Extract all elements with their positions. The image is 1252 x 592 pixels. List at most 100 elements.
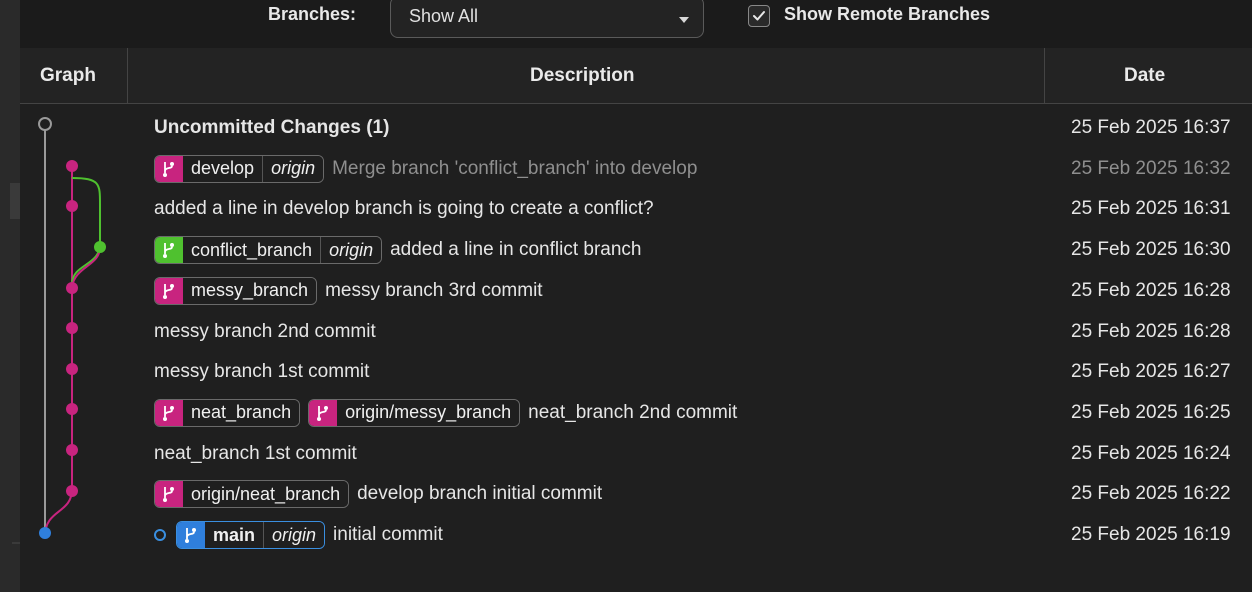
commit-message: neat_branch 1st commit (154, 442, 357, 464)
graph-node[interactable] (66, 403, 78, 415)
branch-tag-name: neat_branch (183, 399, 300, 426)
commit-row[interactable]: added a line in develop branch is going … (20, 189, 1252, 229)
branches-dropdown-value: Show All (409, 6, 479, 26)
branches-label: Branches: (268, 4, 357, 24)
graph-node[interactable] (66, 485, 78, 497)
commit-description: develop origin Merge branch 'conflict_bran… (154, 149, 697, 189)
commit-date: 25 Feb 2025 16:19 (1071, 524, 1231, 545)
git-branch-icon (163, 405, 174, 421)
git-branch-icon (317, 405, 329, 421)
branch-tag-name: main (205, 522, 264, 548)
commit-description: messy branch 1st commit (154, 352, 369, 392)
graph-node[interactable] (66, 282, 78, 294)
commit-date: 25 Feb 2025 16:28 (1071, 279, 1231, 301)
commit-description: neat_branch origin/messy_branch neat_branc… (154, 393, 737, 433)
graph-node[interactable] (66, 363, 78, 375)
git-branch-icon (163, 161, 174, 177)
commit-row[interactable]: neat_branch origin/messy_branch neat_branc… (20, 393, 1252, 433)
commit-row[interactable]: origin/neat_branch develop branch initial… (20, 474, 1252, 514)
graph-node-main[interactable] (39, 527, 51, 539)
branch-icon (155, 481, 183, 508)
commit-message: added a line in develop branch is going … (154, 198, 654, 220)
branch-tag-remote: origin (263, 522, 325, 548)
commit-description: messy branch 2nd commit (154, 312, 376, 352)
commit-date: 25 Feb 2025 16:25 (1071, 401, 1231, 423)
commit-message: messy branch 3rd commit (325, 279, 543, 301)
commit-date: 25 Feb 2025 16:22 (1071, 483, 1231, 505)
commit-date: 25 Feb 2025 16:30 (1071, 239, 1231, 261)
branch-tag-name: origin/messy_branch (337, 399, 520, 426)
commit-row[interactable]: develop origin Merge branch 'conflict_bran… (20, 149, 1252, 189)
commit-description: Uncommitted Changes (1) (154, 108, 389, 148)
branch-icon (155, 237, 183, 264)
commit-date: 25 Feb 2025 16:37 (1071, 117, 1231, 138)
branch-tag-name: messy_branch (183, 277, 317, 304)
graph-node[interactable] (66, 322, 78, 334)
commit-description: main origin initial commit (154, 515, 443, 555)
commit-graph (38, 117, 106, 539)
gutter-divider (12, 542, 20, 544)
branch-tag-remote: origin (262, 155, 324, 182)
chevron-down-icon (679, 17, 689, 23)
toolbar: Branches: Show All Show Remote Branches (20, 0, 1252, 48)
branch-icon (155, 399, 183, 426)
commit-message: messy branch 1st commit (154, 361, 370, 383)
column-divider[interactable] (127, 48, 128, 104)
column-header: Graph Description Date (20, 48, 1252, 104)
column-description[interactable]: Description (530, 65, 635, 87)
branch-tag[interactable]: develop origin (154, 154, 325, 183)
commit-description: neat_branch 1st commit (154, 434, 357, 474)
git-branch-icon (163, 283, 174, 299)
commit-message: Merge branch 'conflict_branch' into deve… (332, 157, 698, 179)
branches-dropdown[interactable]: Show All (390, 0, 704, 38)
commit-description: added a line in develop branch is going … (154, 189, 654, 229)
git-branch-icon (185, 528, 196, 543)
commit-description: conflict_branch origin added a line in con… (154, 230, 642, 270)
commit-row[interactable]: main origin initial commit 25 Feb 2025 16:1… (20, 515, 1252, 555)
branch-tag[interactable]: main origin (176, 521, 326, 549)
commit-message: added a line in conflict branch (390, 239, 642, 261)
branch-icon (155, 155, 183, 182)
commit-description: origin/neat_branch develop branch initial… (154, 474, 602, 514)
commit-message: messy branch 2nd commit (154, 320, 376, 342)
graph-node[interactable] (66, 200, 78, 212)
graph-node[interactable] (66, 444, 78, 456)
column-graph[interactable]: Graph (40, 65, 96, 87)
branch-icon (155, 277, 183, 304)
gutter-marker (10, 183, 20, 219)
commit-message: neat_branch 2nd commit (528, 401, 738, 423)
graph-node[interactable] (66, 160, 78, 172)
git-graph-view: Branches: Show All Show Remote Branches … (0, 0, 1252, 592)
commit-date: 25 Feb 2025 16:24 (1071, 442, 1231, 464)
branch-tag-name: conflict_branch (183, 237, 321, 264)
commit-row[interactable]: conflict_branch origin added a line in con… (20, 230, 1252, 270)
git-branch-icon (163, 243, 174, 259)
branch-tag-name: origin/neat_branch (183, 481, 349, 508)
commit-message: initial commit (333, 524, 443, 545)
commit-row[interactable]: messy branch 1st commit 25 Feb 2025 16:27 (20, 352, 1252, 392)
commit-row[interactable]: neat_branch 1st commit 25 Feb 2025 16:24 (20, 434, 1252, 474)
commit-description: messy_branch messy branch 3rd commit (154, 271, 543, 311)
branch-tag[interactable]: neat_branch (154, 398, 301, 427)
branch-tag-name: develop (183, 155, 263, 182)
git-branch-icon (163, 487, 174, 503)
show-remote-label: Show Remote Branches (784, 4, 991, 24)
commit-date: 25 Feb 2025 16:28 (1071, 320, 1231, 342)
branch-tag[interactable]: origin/neat_branch (154, 480, 350, 509)
graph-node-uncommitted[interactable] (38, 117, 52, 131)
show-remote-checkbox[interactable] (748, 5, 770, 27)
column-date[interactable]: Date (1124, 65, 1165, 87)
branch-tag[interactable]: conflict_branch origin (154, 236, 383, 265)
left-gutter (0, 0, 20, 592)
commit-message: Uncommitted Changes (1) (154, 117, 390, 138)
commit-row[interactable]: Uncommitted Changes (1) 25 Feb 2025 16:37 (20, 108, 1252, 148)
graph-node[interactable] (94, 241, 106, 253)
graph-line-conflict-base (71, 246, 101, 288)
column-divider[interactable] (1044, 48, 1045, 104)
branch-tag-remote: origin (320, 237, 382, 264)
commit-row[interactable]: messy_branch messy branch 3rd commit 25 Fe… (20, 271, 1252, 311)
head-marker-icon (154, 529, 166, 541)
branch-tag[interactable]: origin/messy_branch (308, 398, 521, 427)
branch-tag[interactable]: messy_branch (154, 276, 318, 305)
commit-row[interactable]: messy branch 2nd commit 25 Feb 2025 16:28 (20, 312, 1252, 352)
